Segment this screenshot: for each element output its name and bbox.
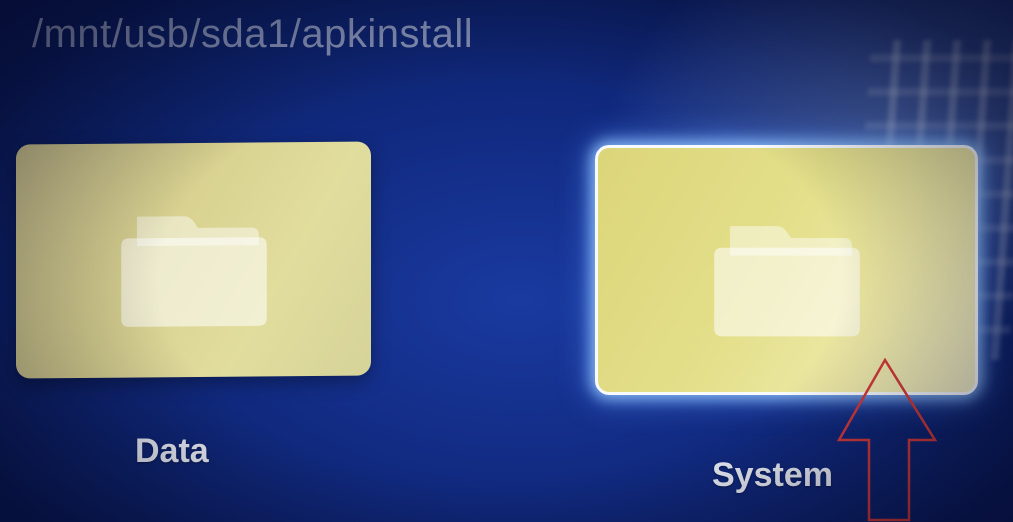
folder-icon: [115, 206, 273, 329]
current-path: /mnt/usb/sda1/apkinstall: [32, 12, 474, 56]
folder-label-data: Data: [135, 432, 209, 470]
folder-icon: [708, 216, 866, 338]
file-browser-screen: /mnt/usb/sda1/apkinstall Data System: [0, 0, 1013, 522]
folder-label-system: System: [712, 456, 833, 494]
folder-tile-data[interactable]: [16, 141, 371, 379]
folder-tile-system[interactable]: [595, 145, 978, 395]
